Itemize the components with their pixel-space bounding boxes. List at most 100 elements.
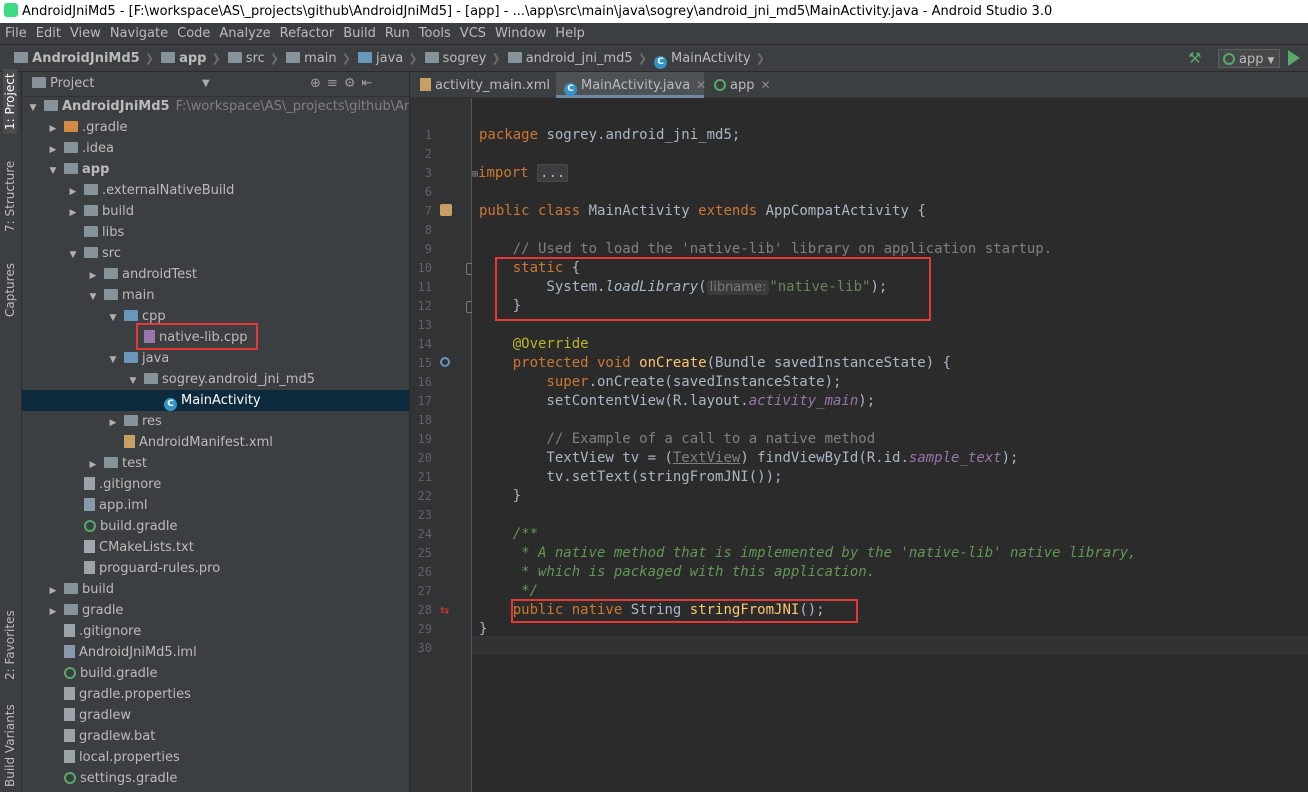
chevron-down-icon[interactable]: ▼ [126,371,140,392]
tree-item[interactable]: ▼ java [22,348,409,371]
chevron-down-icon[interactable]: ▼ [66,245,80,266]
menu-edit[interactable]: Edit [31,23,65,44]
tree-item[interactable]: C MainActivity [22,390,409,411]
tree-item-label: MainActivity [181,393,261,408]
tree-item[interactable]: .gitignore [22,621,409,642]
hide-icon[interactable]: ⇤ [361,76,378,91]
tree-item[interactable]: gradlew.bat [22,726,409,747]
breadcrumb-src[interactable]: src [227,45,265,73]
tree-item[interactable]: ▶ .gradle [22,117,409,140]
run-icon[interactable] [1288,50,1300,66]
tool-tab-build-variants[interactable]: Build Variants [3,704,17,787]
collapse-icon[interactable]: ≡ [327,76,344,91]
close-icon[interactable]: ✕ [696,78,706,92]
menu-window[interactable]: Window [490,23,550,44]
gradle-icon [714,79,726,91]
tool-tab-favorites[interactable]: 2: Favorites [3,610,17,680]
tree-item[interactable]: gradlew [22,705,409,726]
chevron-right-icon[interactable]: ▶ [46,119,60,140]
menu-help[interactable]: Help [550,23,589,44]
chevron-right-icon[interactable]: ▶ [66,203,80,224]
breadcrumb-android-jni-md5[interactable]: android_jni_md5 [507,45,633,73]
tab-activity-main-xml[interactable]: activity_main.xml✕ [412,72,566,98]
breadcrumb-app[interactable]: app [161,45,206,73]
menu-tools[interactable]: Tools [414,23,455,44]
chevron-right-icon[interactable]: ▶ [86,455,100,476]
tree-item[interactable]: AndroidManifest.xml [22,432,409,453]
tree-item[interactable]: settings.gradle [22,768,409,789]
chevron-right-icon[interactable]: ▶ [66,182,80,203]
breadcrumb-java[interactable]: java [358,45,403,73]
tool-tab-structure[interactable]: 7: Structure [3,161,17,232]
menu-build[interactable]: Build [338,23,380,44]
tree-item[interactable]: libs [22,222,409,243]
menu-navigate[interactable]: Navigate [105,23,172,44]
tree-item[interactable]: ▶ .idea [22,138,409,161]
override-marker-icon[interactable] [440,357,450,367]
tree-item[interactable]: ▶ test [22,453,409,476]
tool-tab-project[interactable]: 1: Project [3,69,17,134]
chevron-down-icon[interactable]: ▼ [106,350,120,371]
folder-icon [64,163,78,174]
breadcrumb-main[interactable]: main [286,45,337,73]
run-configuration-select[interactable]: app ▼ [1218,49,1280,68]
breadcrumb-project[interactable]: AndroidJniMd5 [14,45,140,73]
tab-app-gradle[interactable]: app ✕ [706,72,774,98]
breadcrumb-sogrey[interactable]: sogrey [424,45,486,73]
tool-tab-captures[interactable]: Captures [3,263,17,317]
tree-root[interactable]: ▼ AndroidJniMd5 F:\workspace\AS\_projects\… [22,96,409,119]
tree-item[interactable]: ▼ app [22,159,409,182]
menu-code[interactable]: Code [172,23,214,44]
menu-run[interactable]: Run [380,23,414,44]
layout-xml-marker-icon[interactable] [440,204,452,216]
menu-file[interactable]: File [0,23,31,44]
menu-refactor[interactable]: Refactor [275,23,339,44]
project-panel-title[interactable]: Project [50,76,94,91]
sync-icon[interactable]: ⊕ [310,76,327,91]
tree-item[interactable]: AndroidJniMd5.iml [22,642,409,663]
tree-item[interactable]: CMakeLists.txt [22,537,409,558]
hammer-icon[interactable]: ⚒ [1188,50,1204,66]
folder-icon [84,226,98,237]
tree-item[interactable]: ▶ gradle [22,600,409,623]
chevron-down-icon[interactable]: ▼ [46,161,60,182]
chevron-right-icon[interactable]: ▶ [86,266,100,287]
tree-item[interactable]: build.gradle [22,663,409,684]
tree-item[interactable]: proguard-rules.pro [22,558,409,579]
menu-analyze[interactable]: Analyze [214,23,274,44]
menu-vcs[interactable]: VCS [455,23,490,44]
tree-item[interactable]: app.iml [22,495,409,516]
chevron-down-icon[interactable]: ▼ [106,308,120,329]
tree-item[interactable]: gradle.properties [22,684,409,705]
chevron-down-icon[interactable]: ▼ [26,98,40,119]
close-icon[interactable]: ✕ [760,78,770,92]
tree-item[interactable]: ▶ build [22,579,409,602]
tree-item[interactable]: ▶ .externalNativeBuild [22,180,409,203]
chevron-right-icon[interactable]: ▶ [46,140,60,161]
highlight-static-block [495,257,931,321]
tree-item[interactable]: local.properties [22,747,409,768]
folded-imports[interactable]: ... [537,164,569,182]
tree-item[interactable]: build.gradle [22,516,409,537]
tree-item-label: gradle.properties [79,687,191,702]
tree-item[interactable]: .gitignore [22,474,409,495]
code-editor[interactable]: package sogrey.android_jni_md5; ⊞import … [472,98,1308,792]
menu-view[interactable]: View [65,23,105,44]
tree-item-label: cpp [142,309,166,324]
tree-item[interactable]: ▼ src [22,243,409,266]
tree-item[interactable]: ▶ res [22,411,409,434]
tree-item[interactable]: ▼ sogrey.android_jni_md5 [22,369,409,392]
chevron-right-icon[interactable]: ▶ [46,602,60,623]
chevron-right-icon[interactable]: ▶ [106,413,120,434]
tab-mainactivity-java[interactable]: C MainActivity.java ✕ [556,72,706,98]
line-number: 11 [417,280,432,294]
tree-item[interactable]: ▼ main [22,285,409,308]
tree-item[interactable]: ▶ build [22,201,409,224]
tree-item[interactable]: ▶ androidTest [22,264,409,287]
chevron-right-icon[interactable]: ▶ [46,581,60,602]
chevron-down-icon[interactable]: ▼ [86,287,100,308]
breadcrumb-mainactivity[interactable]: C MainActivity [654,45,751,73]
jni-link-icon[interactable]: ⇆ [440,605,452,617]
chevron-down-icon[interactable]: ▼ [202,72,210,96]
gear-icon[interactable]: ⚙ [344,76,362,91]
